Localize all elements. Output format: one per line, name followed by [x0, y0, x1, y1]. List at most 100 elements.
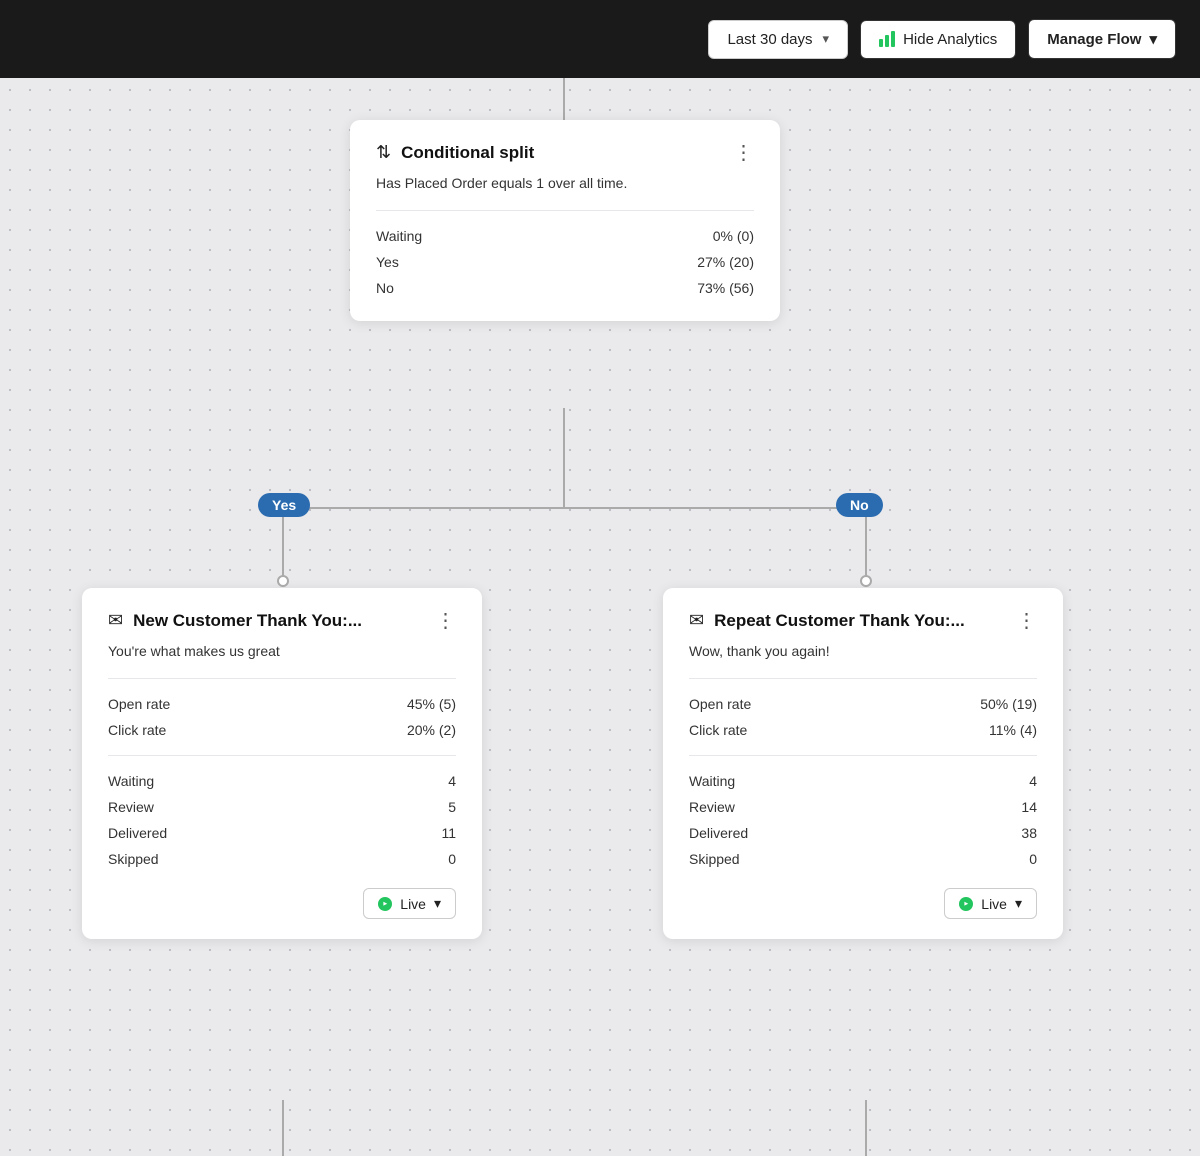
- repeat-customer-divider-2: [689, 755, 1037, 756]
- new-customer-counts: Waiting 4Review 5Delivered 11Skipped 0: [108, 768, 456, 872]
- new-customer-card: ✉ New Customer Thank You:... ⋮ You're wh…: [82, 588, 482, 939]
- stat-value: 27% (20): [697, 254, 754, 270]
- repeat-customer-divider-1: [689, 678, 1037, 679]
- date-range-label: Last 30 days: [727, 31, 812, 48]
- card-condition-text: Has Placed Order equals 1 over all time.: [376, 173, 754, 194]
- new-customer-divider-2: [108, 755, 456, 756]
- hide-analytics-label: Hide Analytics: [903, 31, 997, 48]
- split-stat-row: No 73% (56): [376, 275, 754, 301]
- new-customer-live-row: Live ▾: [108, 888, 456, 919]
- hide-analytics-button[interactable]: Hide Analytics: [860, 20, 1016, 59]
- stat-label: Waiting: [108, 773, 154, 789]
- manage-flow-label: Manage Flow: [1047, 31, 1141, 48]
- card-divider: [376, 210, 754, 211]
- new-customer-subtitle: You're what makes us great: [108, 641, 456, 662]
- date-range-button[interactable]: Last 30 days ▾: [708, 20, 848, 59]
- chevron-down-icon-manage: ▾: [1149, 30, 1157, 48]
- stat-label: Waiting: [376, 228, 422, 244]
- chevron-down-icon-new: ▾: [434, 895, 441, 912]
- repeat-customer-live-label: Live: [981, 896, 1007, 912]
- count-row: Skipped 0: [689, 846, 1037, 872]
- stat-value: 5: [448, 799, 456, 815]
- card-title: Conditional split: [401, 143, 534, 163]
- repeat-customer-live-row: Live ▾: [689, 888, 1037, 919]
- split-stat-row: Waiting 0% (0): [376, 223, 754, 249]
- right-connector-dot: [860, 575, 872, 587]
- stat-value: 38: [1021, 825, 1037, 841]
- bottom-left-connector: [282, 1100, 284, 1156]
- rate-row: Click rate 20% (2): [108, 717, 456, 743]
- count-row: Delivered 11: [108, 820, 456, 846]
- new-customer-menu-icon[interactable]: ⋮: [436, 611, 457, 631]
- email-icon-repeat: ✉: [689, 610, 704, 631]
- card-menu-icon[interactable]: ⋮: [734, 143, 755, 163]
- yes-branch-label: Yes: [258, 493, 310, 517]
- no-branch-label: No: [836, 493, 883, 517]
- stat-label: Click rate: [689, 722, 747, 738]
- count-row: Delivered 38: [689, 820, 1037, 846]
- email-icon-new: ✉: [108, 610, 123, 631]
- stat-label: Review: [689, 799, 735, 815]
- analytics-icon: [879, 31, 895, 47]
- stat-value: 20% (2): [407, 722, 456, 738]
- stat-label: Open rate: [689, 696, 751, 712]
- live-dot-new: [378, 897, 392, 911]
- stat-value: 0: [1029, 851, 1037, 867]
- count-row: Review 5: [108, 794, 456, 820]
- chevron-down-icon: ▾: [823, 31, 830, 47]
- rate-row: Open rate 50% (19): [689, 691, 1037, 717]
- left-connector-dot: [277, 575, 289, 587]
- repeat-customer-rates: Open rate 50% (19)Click rate 11% (4): [689, 691, 1037, 743]
- stat-value: 45% (5): [407, 696, 456, 712]
- stat-label: Skipped: [108, 851, 159, 867]
- count-row: Waiting 4: [689, 768, 1037, 794]
- count-row: Review 14: [689, 794, 1037, 820]
- new-customer-divider-1: [108, 678, 456, 679]
- rate-row: Open rate 45% (5): [108, 691, 456, 717]
- header-bar: Last 30 days ▾ Hide Analytics Manage Flo…: [0, 0, 1200, 78]
- top-connector: [563, 78, 565, 120]
- repeat-customer-card: ✉ Repeat Customer Thank You:... ⋮ Wow, t…: [663, 588, 1063, 939]
- count-row: Skipped 0: [108, 846, 456, 872]
- stat-value: 0: [448, 851, 456, 867]
- rate-row: Click rate 11% (4): [689, 717, 1037, 743]
- stat-label: Waiting: [689, 773, 735, 789]
- repeat-customer-menu-icon[interactable]: ⋮: [1017, 611, 1038, 631]
- stat-value: 73% (56): [697, 280, 754, 296]
- split-stat-row: Yes 27% (20): [376, 249, 754, 275]
- manage-flow-button[interactable]: Manage Flow ▾: [1028, 19, 1176, 59]
- new-customer-card-header: ✉ New Customer Thank You:... ⋮: [108, 610, 456, 631]
- stat-value: 11: [441, 825, 456, 841]
- card-header: ⇅ Conditional split ⋮: [376, 142, 754, 163]
- conditional-split-card: ⇅ Conditional split ⋮ Has Placed Order e…: [350, 120, 780, 321]
- stat-label: Delivered: [689, 825, 748, 841]
- live-dot-repeat: [959, 897, 973, 911]
- stat-label: Skipped: [689, 851, 740, 867]
- bottom-connector-split: [563, 408, 565, 508]
- repeat-customer-counts: Waiting 4Review 14Delivered 38Skipped 0: [689, 768, 1037, 872]
- stat-value: 4: [448, 773, 456, 789]
- chevron-down-icon-repeat: ▾: [1015, 895, 1022, 912]
- stat-value: 0% (0): [713, 228, 754, 244]
- new-customer-live-button[interactable]: Live ▾: [363, 888, 456, 919]
- repeat-customer-title: Repeat Customer Thank You:...: [714, 611, 965, 631]
- stat-label: No: [376, 280, 394, 296]
- repeat-customer-live-button[interactable]: Live ▾: [944, 888, 1037, 919]
- stat-label: Open rate: [108, 696, 170, 712]
- stat-label: Click rate: [108, 722, 166, 738]
- stat-label: Delivered: [108, 825, 167, 841]
- flow-canvas: Last 30 days ▾ Hide Analytics Manage Flo…: [0, 0, 1200, 1156]
- card-title-row: ⇅ Conditional split: [376, 142, 534, 163]
- split-stats: Waiting 0% (0)Yes 27% (20)No 73% (56): [376, 223, 754, 301]
- stat-label: Yes: [376, 254, 399, 270]
- repeat-customer-card-header: ✉ Repeat Customer Thank You:... ⋮: [689, 610, 1037, 631]
- new-customer-title-row: ✉ New Customer Thank You:...: [108, 610, 362, 631]
- bottom-right-connector: [865, 1100, 867, 1156]
- count-row: Waiting 4: [108, 768, 456, 794]
- stat-value: 50% (19): [980, 696, 1037, 712]
- horizontal-connector: [282, 507, 866, 509]
- new-customer-rates: Open rate 45% (5)Click rate 20% (2): [108, 691, 456, 743]
- new-customer-live-label: Live: [400, 896, 426, 912]
- stat-label: Review: [108, 799, 154, 815]
- stat-value: 14: [1021, 799, 1037, 815]
